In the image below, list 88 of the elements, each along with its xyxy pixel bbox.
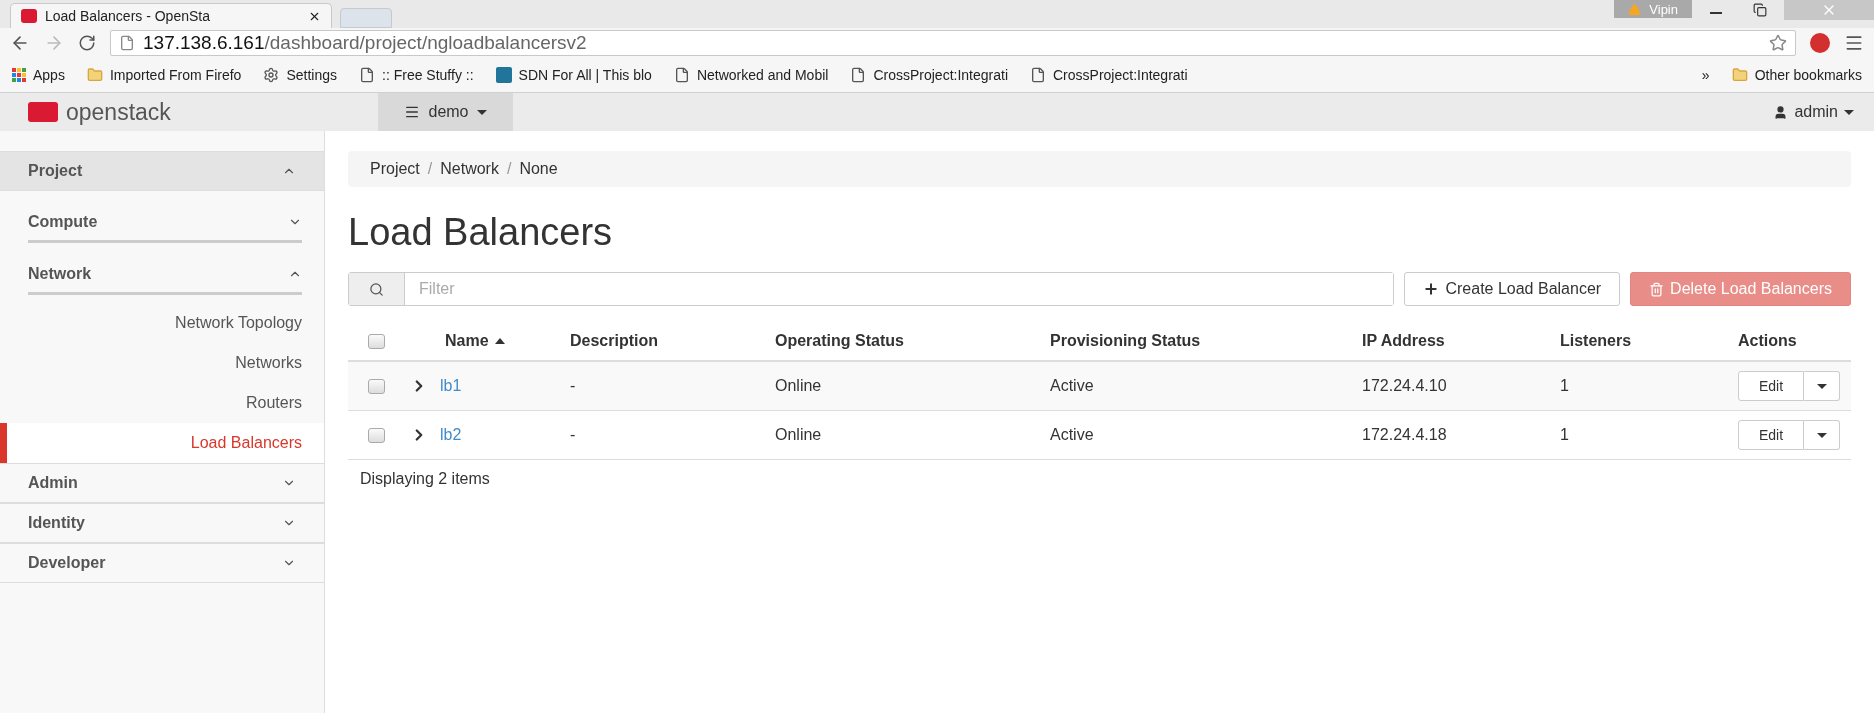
filter-field[interactable]: Filter: [348, 272, 1395, 306]
breadcrumb-item[interactable]: Project: [370, 160, 420, 178]
bookmark[interactable]: Networked and Mobil: [673, 67, 829, 83]
table-cell: -: [570, 426, 576, 444]
bookmark[interactable]: Settings: [263, 67, 337, 83]
item-count: Displaying 2 items: [359, 470, 491, 488]
table-cell: Active: [1050, 377, 1094, 395]
sidebar-panel[interactable]: Identity: [0, 503, 324, 543]
column-header: Description: [570, 332, 658, 350]
table-cell: -: [570, 377, 576, 395]
menu-icon[interactable]: [1844, 33, 1864, 53]
column-header: Operating Status: [775, 332, 904, 350]
menu-icon: [404, 104, 421, 120]
star-icon[interactable]: [1769, 34, 1787, 52]
bookmark[interactable]: Imported From Firefo: [86, 67, 242, 83]
apps-icon: [12, 68, 26, 82]
column-header: Actions: [1738, 332, 1797, 350]
table-cell: Online: [775, 426, 822, 444]
favicon-icon: [21, 9, 37, 23]
name-link[interactable]: lb1: [440, 377, 462, 395]
search-icon: [369, 281, 384, 297]
breadcrumb-item[interactable]: Network: [440, 160, 499, 178]
folder-icon: [1731, 67, 1748, 83]
folder-icon: [86, 67, 103, 83]
profile-name: Vipin: [1649, 1, 1678, 17]
page-icon: [119, 35, 135, 51]
breadcrumb-separator: /: [427, 160, 433, 178]
edit-button[interactable]: Edit: [1738, 371, 1805, 401]
page-icon: [1030, 67, 1046, 83]
address-field[interactable]: 137.138.6.161/dashboard/project/ngloadbalancersv2: [110, 30, 1796, 56]
table-cell: 1: [1560, 377, 1569, 395]
column-header: IP Address: [1362, 332, 1445, 350]
actions-dropdown-button[interactable]: [1804, 371, 1841, 401]
trash-icon: [1649, 281, 1665, 297]
logo-icon: [28, 102, 58, 122]
breadcrumb-separator: /: [506, 160, 512, 178]
minimize-icon: [1710, 12, 1722, 14]
breadcrumb-item: None: [519, 160, 558, 178]
user-menu[interactable]: admin: [1767, 93, 1874, 131]
bookmark[interactable]: CrossProject:Integrati: [850, 67, 1008, 83]
bookmark[interactable]: :: Free Stuffy ::: [359, 67, 474, 83]
sidebar-item[interactable]: Routers: [0, 383, 324, 423]
sidebar-panel[interactable]: Developer: [0, 543, 324, 583]
sidebar-group[interactable]: Compute: [28, 203, 302, 243]
sort-caret-icon: [494, 338, 505, 344]
page-icon: [850, 67, 867, 83]
actions-dropdown-button[interactable]: [1804, 420, 1841, 450]
column-header[interactable]: Name: [445, 332, 489, 350]
table-cell: 172.24.4.18: [1362, 426, 1447, 444]
edit-button[interactable]: Edit: [1738, 420, 1805, 450]
caret-icon: [1816, 383, 1827, 389]
warning-icon: [1628, 2, 1642, 16]
create-button[interactable]: Create Load Balancer: [1404, 272, 1621, 306]
wordpress-icon: [495, 67, 512, 83]
sidebar-group[interactable]: Network: [28, 255, 302, 295]
browser-tab[interactable]: Load Balancers - OpenSta: [10, 3, 332, 28]
settings-icon: [263, 67, 280, 83]
page-icon: [359, 67, 375, 83]
page-icon: [673, 67, 690, 83]
column-header: Listeners: [1560, 332, 1632, 350]
sidebar-item[interactable]: Load Balancers: [0, 423, 324, 463]
column-header: Provisioning Status: [1050, 332, 1201, 350]
bookmark[interactable]: SDN For All | This blo: [495, 67, 652, 83]
reload-icon[interactable]: [78, 34, 96, 52]
table-cell: 172.24.4.10: [1362, 377, 1447, 395]
bookmark[interactable]: Other bookmarks: [1731, 67, 1862, 83]
sidebar-item[interactable]: Network Topology: [0, 303, 324, 343]
logo-text: openstack: [66, 98, 171, 126]
caret-icon: [1816, 432, 1827, 438]
table-cell: 1: [1560, 426, 1569, 444]
row-checkbox[interactable]: [368, 378, 385, 394]
row-checkbox[interactable]: [368, 427, 385, 443]
name-link[interactable]: lb2: [440, 426, 462, 444]
tab-title: Load Balancers - OpenSta: [45, 8, 210, 24]
sidebar-panel[interactable]: Admin: [0, 463, 324, 503]
bookmark[interactable]: Apps: [12, 67, 65, 83]
stop-sign-icon[interactable]: [1810, 33, 1830, 53]
project-dropdown[interactable]: demo: [378, 93, 513, 131]
bookmark[interactable]: CrossProject:Integrati: [1030, 67, 1188, 83]
table-cell: Online: [775, 377, 822, 395]
sidebar-panel[interactable]: Project: [0, 151, 324, 191]
page-title: Load Balancers: [348, 211, 614, 254]
sidebar-item[interactable]: Networks: [0, 343, 324, 383]
restore-icon: [1753, 3, 1767, 17]
more-bookmarks-button[interactable]: »: [1701, 67, 1710, 83]
user-icon: [1773, 104, 1789, 120]
select-all-checkbox[interactable]: [368, 333, 385, 349]
table-cell: Active: [1050, 426, 1094, 444]
